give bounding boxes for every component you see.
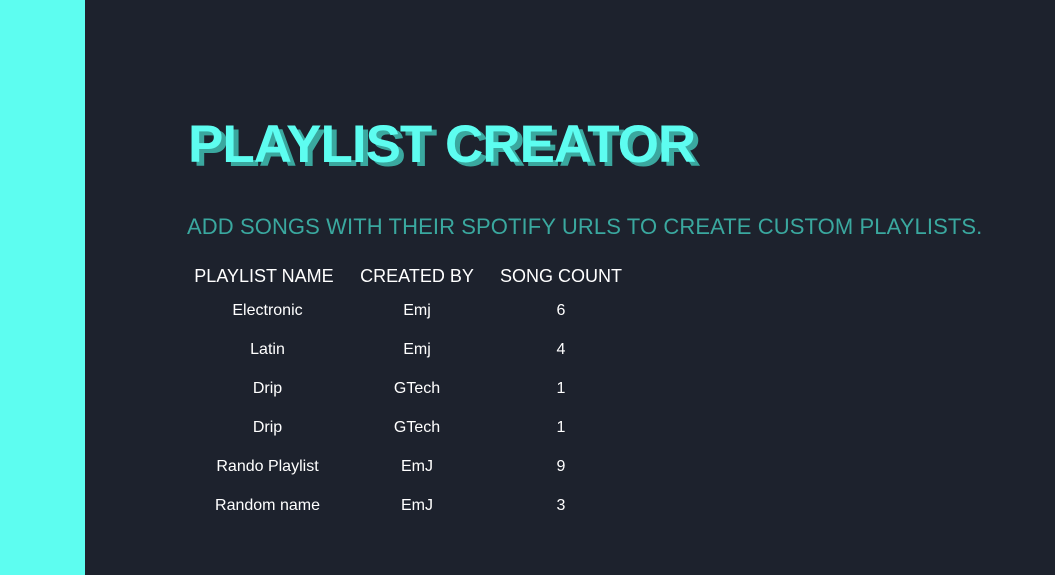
- column-header-song-count: SONG COUNT: [499, 266, 622, 286]
- table-row[interactable]: Random name EmJ 3: [186, 486, 637, 525]
- playlist-name-cell: Drip: [252, 379, 283, 397]
- column-header-playlist-name: PLAYLIST NAME: [194, 266, 334, 286]
- playlist-table: PLAYLIST NAME CREATED BY SONG COUNT Elec…: [186, 262, 637, 525]
- table-row[interactable]: Drip GTech 1: [186, 408, 637, 447]
- sidebar: [0, 0, 85, 575]
- page-subtitle: ADD SONGS WITH THEIR SPOTIFY URLS TO CRE…: [187, 214, 983, 239]
- song-count-cell: 4: [556, 340, 566, 358]
- playlist-name-cell: Electronic: [232, 301, 303, 319]
- table-row[interactable]: Electronic Emj 6: [186, 291, 637, 330]
- table-header-row: PLAYLIST NAME CREATED BY SONG COUNT: [186, 262, 637, 291]
- playlist-name-cell: Drip: [252, 418, 283, 436]
- page-title: PLAYLIST CREATOR: [188, 115, 696, 174]
- playlist-name-cell: Latin: [250, 340, 285, 358]
- playlist-name-cell: Rando Playlist: [216, 457, 319, 475]
- table-row[interactable]: Latin Emj 4: [186, 330, 637, 369]
- created-by-cell: Emj: [403, 301, 431, 319]
- created-by-cell: GTech: [393, 379, 441, 397]
- song-count-cell: 3: [556, 496, 566, 514]
- table-row[interactable]: Rando Playlist EmJ 9: [186, 447, 637, 486]
- created-by-cell: EmJ: [401, 457, 433, 475]
- main-content: PLAYLIST CREATOR ADD SONGS WITH THEIR SP…: [85, 0, 1055, 575]
- song-count-cell: 1: [556, 418, 566, 436]
- created-by-cell: EmJ: [401, 496, 433, 514]
- playlist-name-cell: Random name: [215, 496, 320, 514]
- song-count-cell: 1: [556, 379, 566, 397]
- song-count-cell: 9: [556, 457, 566, 475]
- song-count-cell: 6: [556, 301, 566, 319]
- table-row[interactable]: Drip GTech 1: [186, 369, 637, 408]
- created-by-cell: Emj: [403, 340, 431, 358]
- column-header-created-by: CREATED BY: [360, 266, 474, 286]
- created-by-cell: GTech: [393, 418, 441, 436]
